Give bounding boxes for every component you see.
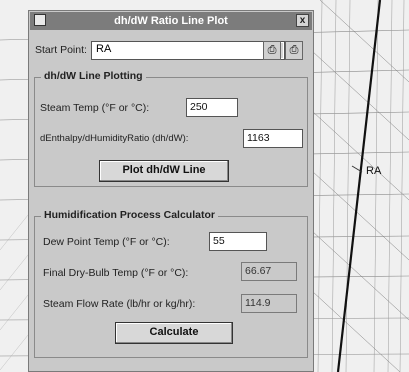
title-bar[interactable]: dh/dW Ratio Line Plot x: [30, 12, 312, 30]
printer-icon: ⎙: [267, 44, 277, 56]
steam-flow-output: 114.9: [241, 294, 297, 313]
steam-temp-label: Steam Temp (°F or °C):: [40, 102, 150, 114]
close-button[interactable]: x: [296, 14, 309, 27]
humidification-title: Humidification Process Calculator: [41, 209, 218, 221]
chart-point-label: RA: [366, 165, 382, 177]
window-title: dh/dW Ratio Line Plot: [114, 15, 228, 27]
line-plotting-title: dh/dW Line Plotting: [41, 70, 146, 82]
start-point-select[interactable]: RA ▼: [91, 41, 285, 60]
dew-point-label: Dew Point Temp (°F or °C):: [43, 236, 170, 248]
printer-setup-button[interactable]: ⎙: [285, 41, 303, 60]
ratio-label: dEnthalpy/dHumidityRatio (dh/dW):: [40, 133, 189, 144]
ratio-input[interactable]: 1163: [243, 129, 303, 148]
calculate-button[interactable]: Calculate: [115, 322, 233, 344]
final-dry-bulb-label: Final Dry-Bulb Temp (°F or °C):: [43, 267, 189, 279]
printer-setup-icon: ⎙: [289, 44, 299, 56]
printer-button[interactable]: ⎙: [263, 41, 281, 60]
final-dry-bulb-output: 66.67: [241, 262, 297, 281]
dew-point-input[interactable]: 55: [209, 232, 267, 251]
plot-line-button[interactable]: Plot dh/dW Line: [99, 160, 229, 182]
steam-temp-input[interactable]: 250: [186, 98, 238, 117]
start-point-value: RA: [96, 43, 112, 55]
start-point-label: Start Point:: [35, 44, 87, 56]
steam-flow-label: Steam Flow Rate (lb/hr or kg/hr):: [43, 298, 196, 310]
ratio-line-plot-dialog: dh/dW Ratio Line Plot x Start Point: RA …: [28, 10, 314, 372]
